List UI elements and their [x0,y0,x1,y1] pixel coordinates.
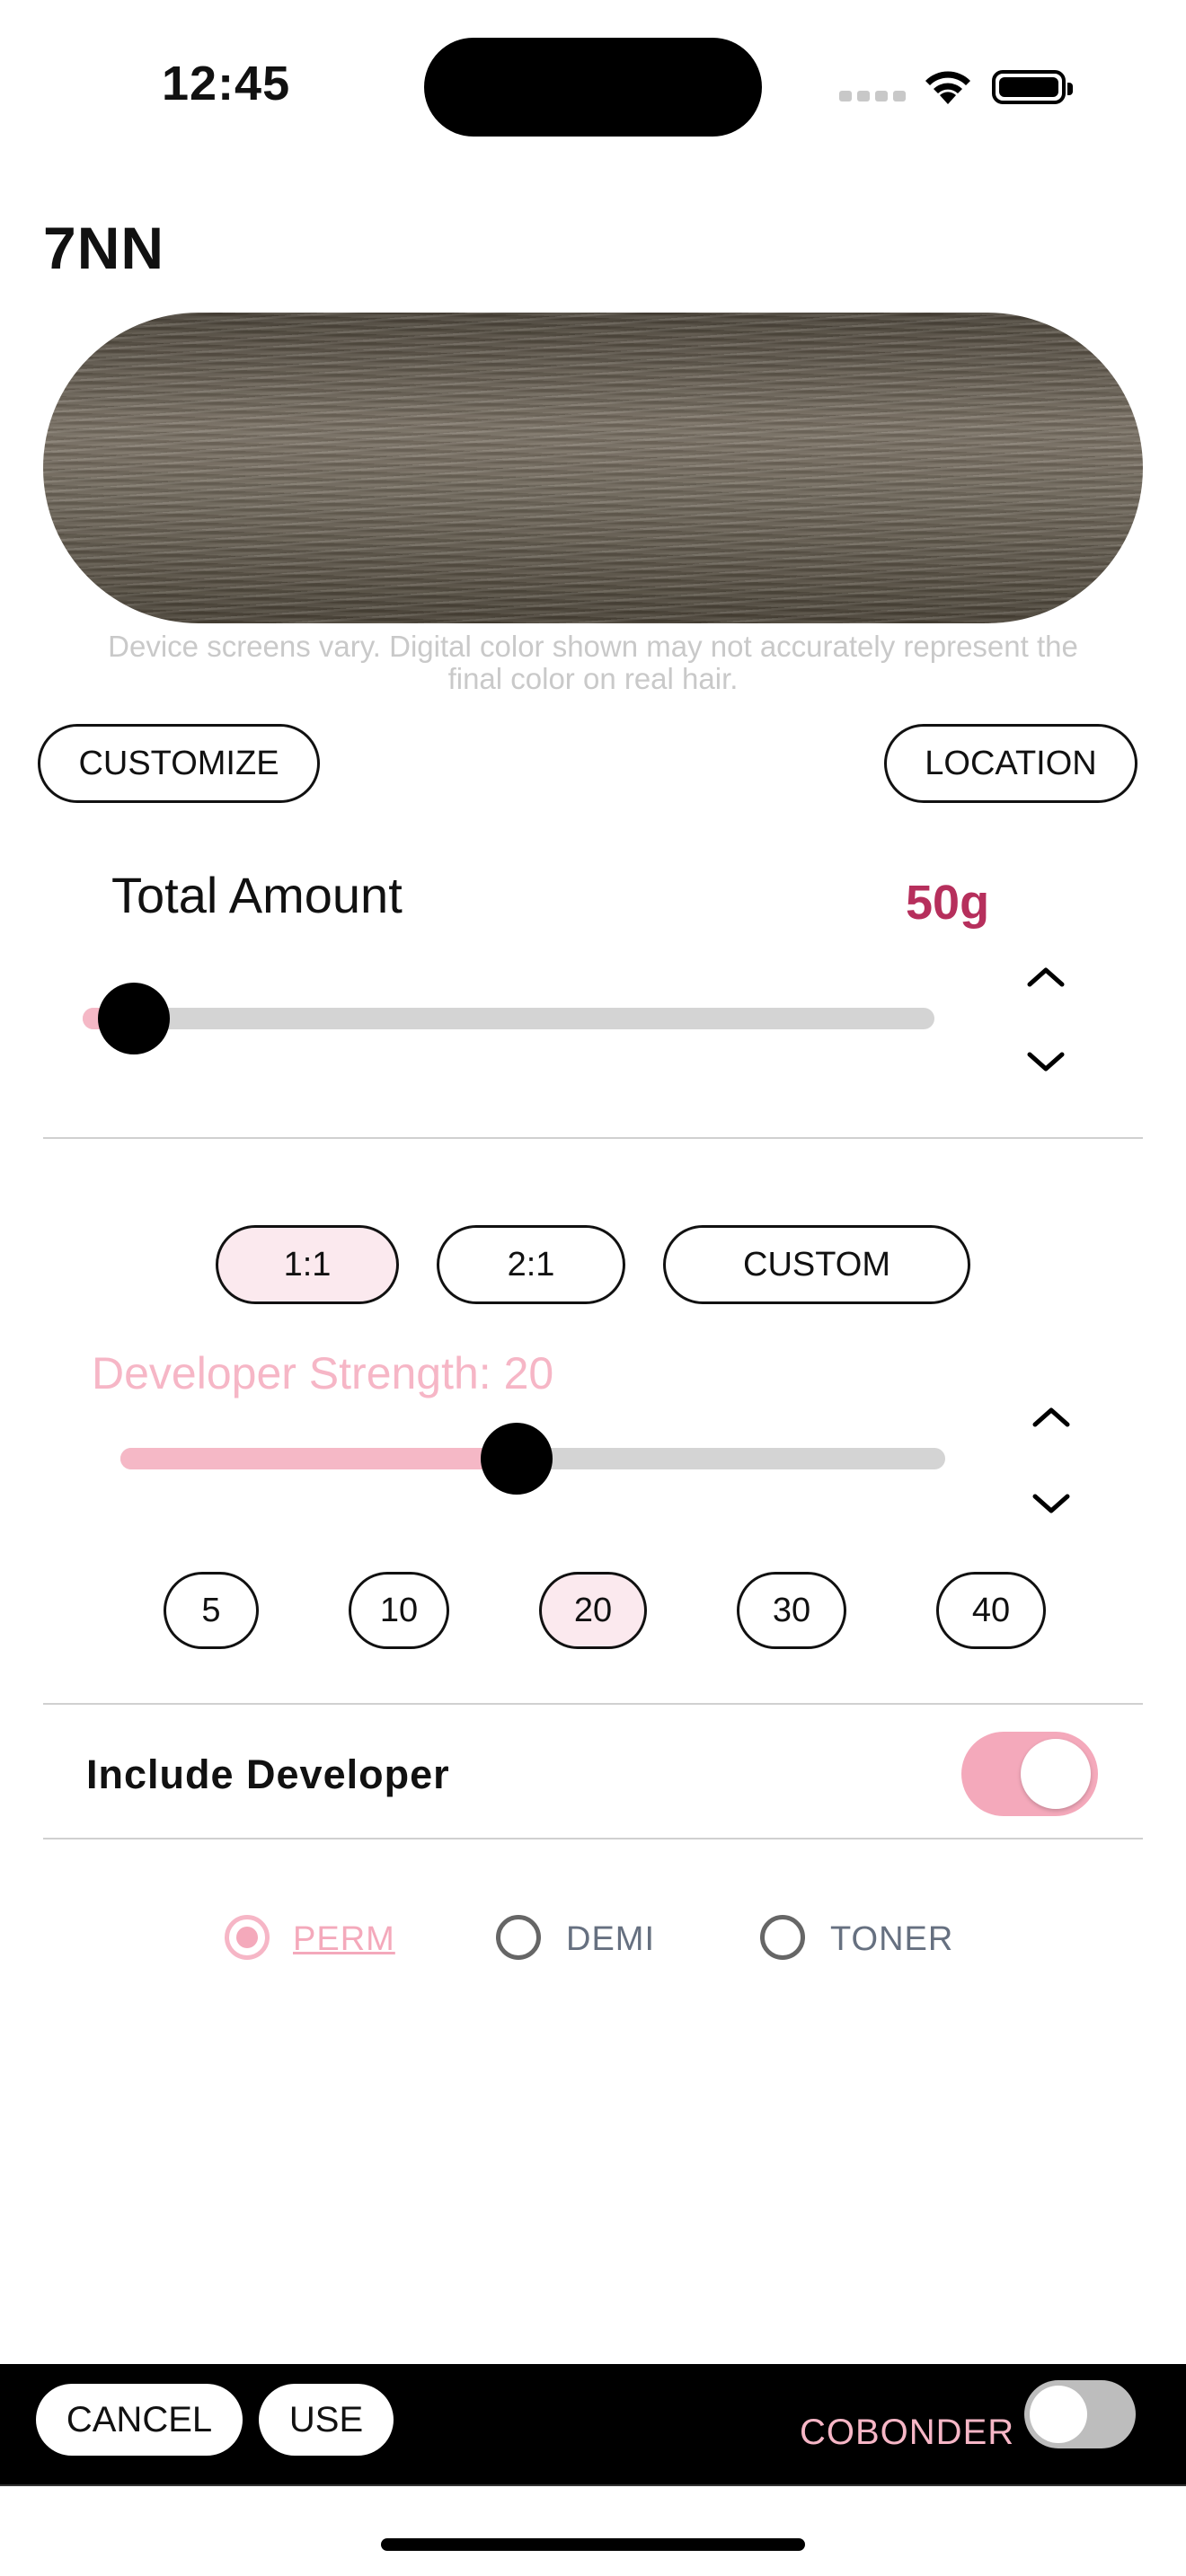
perm-radio-label[interactable]: PERM [293,1920,395,1959]
divider [0,2484,1186,2486]
dynamic-island [424,38,762,137]
developer-strength-increase-icon[interactable] [1030,1403,1073,1430]
cancel-button[interactable]: CANCEL [36,2384,243,2456]
divider [43,1703,1143,1705]
developer-strength-slider-fill [120,1448,517,1469]
developer-strength-label: Developer Strength: 20 [92,1348,554,1398]
toner-radio[interactable] [760,1915,805,1960]
developer-option-10[interactable]: 10 [349,1572,449,1649]
ratio-1-1-button[interactable]: 1:1 [216,1225,399,1304]
developer-strength-slider-thumb[interactable] [480,1423,553,1495]
home-indicator [381,2538,805,2551]
cellular-signal-icon [839,90,911,106]
include-developer-label: Include Developer [86,1751,450,1797]
ratio-2-1-button[interactable]: 2:1 [437,1225,625,1304]
use-button[interactable]: USE [259,2384,394,2456]
total-amount-label: Total Amount [111,867,403,923]
perm-radio[interactable] [225,1915,270,1960]
hair-color-swatch [43,313,1143,623]
developer-option-30[interactable]: 30 [737,1572,846,1649]
demi-radio-label[interactable]: DEMI [566,1920,655,1959]
total-amount-slider[interactable] [83,1008,934,1029]
divider [43,1838,1143,1839]
location-button[interactable]: LOCATION [884,724,1137,803]
developer-strength-decrease-icon[interactable] [1030,1491,1073,1518]
cobonder-label: COBONDER [800,2413,1015,2452]
customize-button[interactable]: CUSTOMIZE [38,724,320,803]
divider [43,1137,1143,1139]
status-time: 12:45 [162,57,291,110]
color-disclaimer: Device screens vary. Digital color shown… [108,630,1078,695]
demi-radio[interactable] [496,1915,541,1960]
developer-option-20[interactable]: 20 [539,1572,647,1649]
include-developer-toggle[interactable] [961,1732,1098,1816]
wifi-icon [925,71,970,104]
shade-name: 7NN [43,215,165,281]
cobonder-toggle[interactable] [1024,2380,1136,2448]
total-amount-decrease-icon[interactable] [1024,1049,1067,1076]
battery-icon [992,70,1073,104]
toner-radio-label[interactable]: TONER [830,1920,953,1959]
total-amount-value: 50g [906,876,990,930]
total-amount-slider-thumb[interactable] [97,983,170,1054]
ratio-custom-button[interactable]: CUSTOM [663,1225,970,1304]
developer-option-40[interactable]: 40 [936,1572,1046,1649]
total-amount-increase-icon[interactable] [1024,963,1067,990]
developer-option-5[interactable]: 5 [164,1572,259,1649]
